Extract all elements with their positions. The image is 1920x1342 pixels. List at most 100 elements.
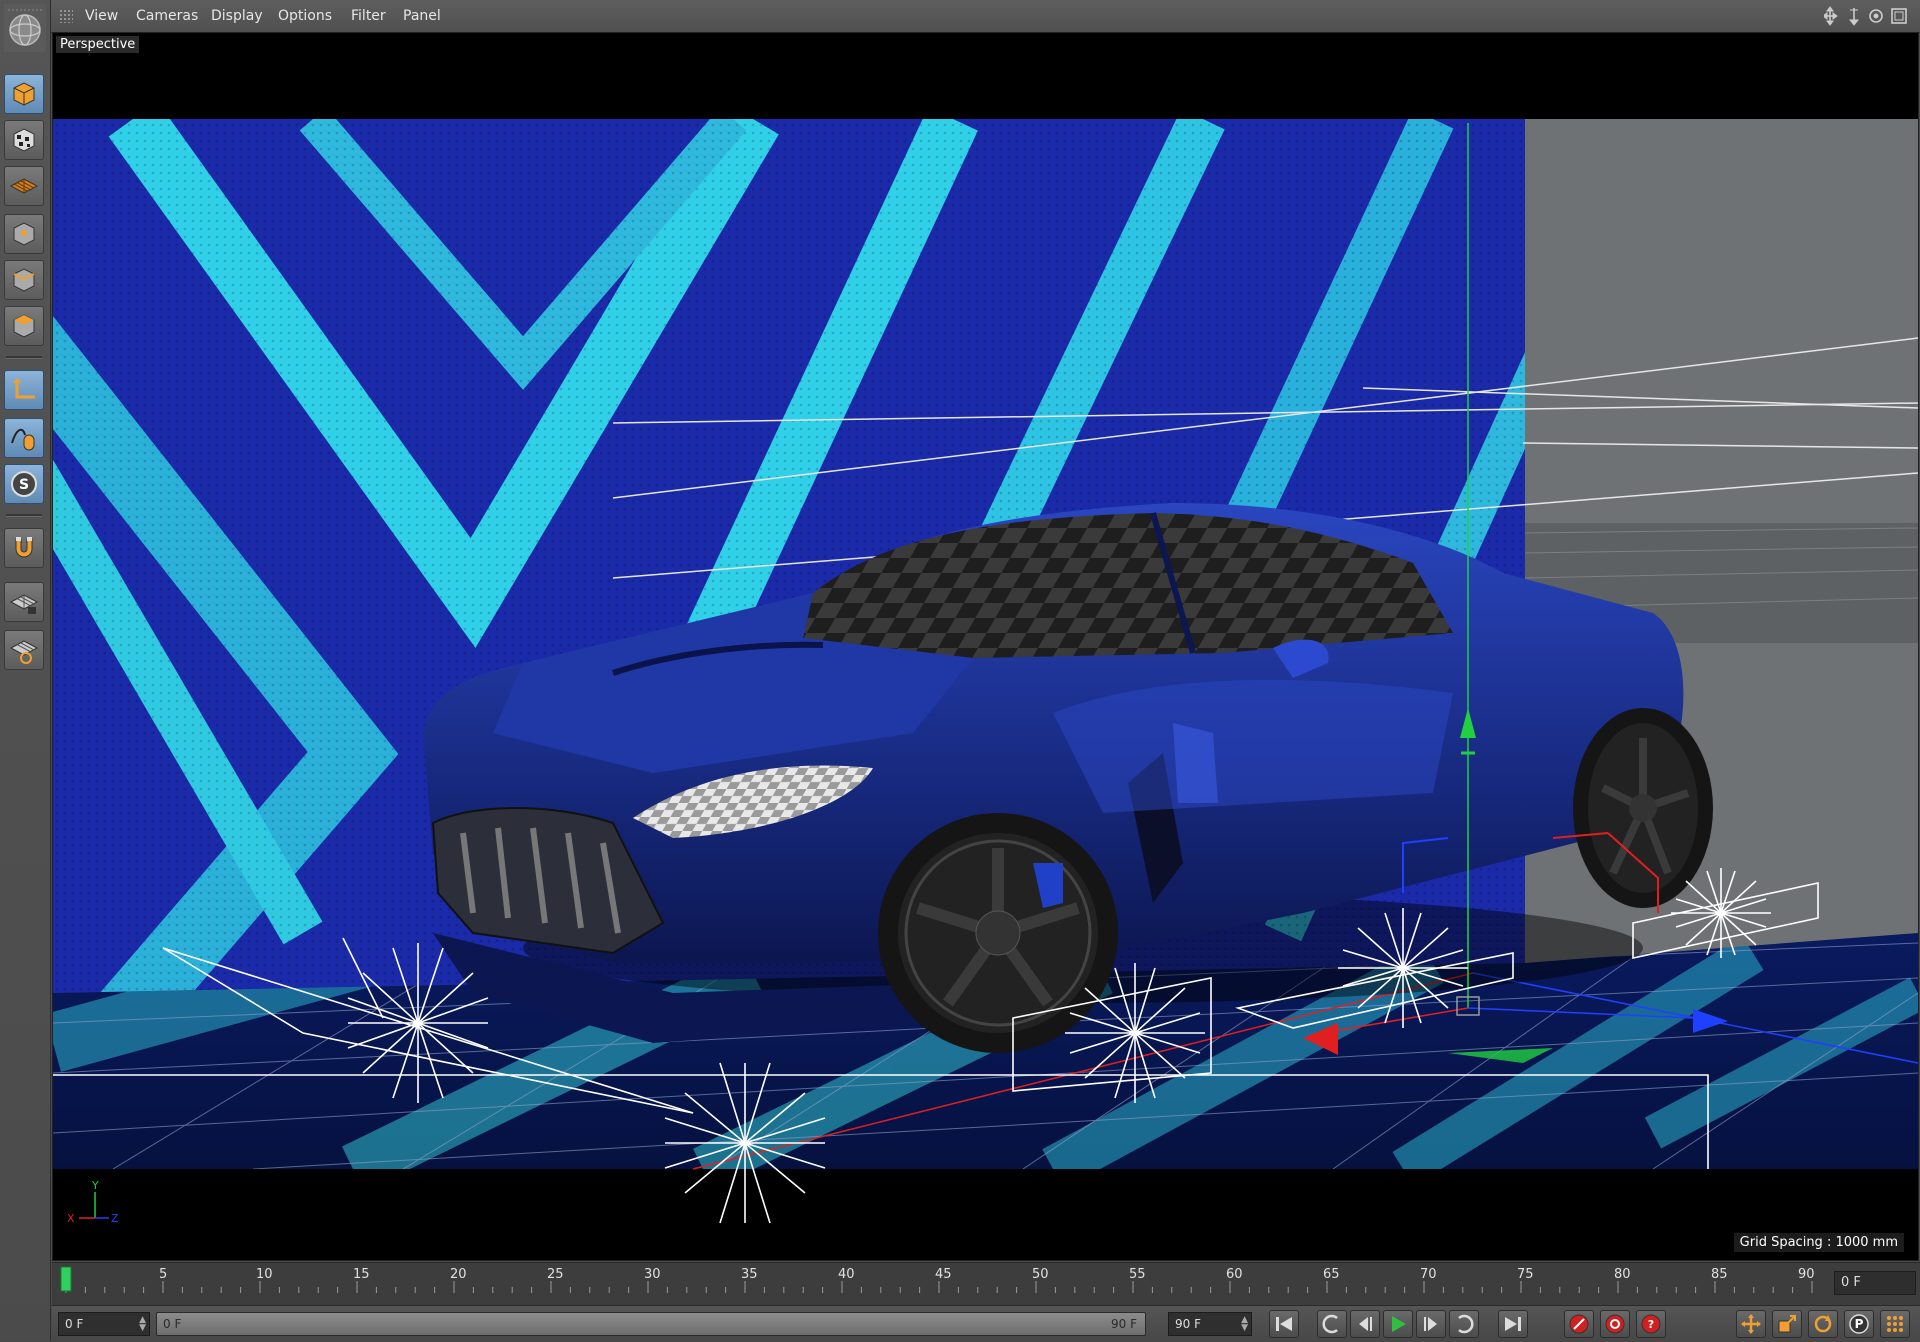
timeline-tick-label: 20 — [450, 1267, 467, 1282]
play-icon — [1392, 1316, 1406, 1332]
tweak-mode-icon — [11, 428, 35, 451]
scale-key-button[interactable] — [1772, 1310, 1802, 1338]
workplane-snap-button[interactable] — [4, 630, 44, 670]
timeline-tick-label: 35 — [741, 1267, 758, 1282]
timeline-ruler[interactable]: 051015202530354045505560657075808590 — [52, 1263, 1817, 1305]
axis-mode-icon — [13, 378, 35, 399]
spinner-icon[interactable]: ▲ ▼ — [1241, 1316, 1248, 1333]
autokey-icon — [1605, 1314, 1625, 1334]
previous-frame-icon — [1359, 1317, 1372, 1331]
autokey-button[interactable] — [1600, 1310, 1630, 1338]
axis-orientation-gizmo: Y X Z — [67, 1179, 119, 1225]
polygons-mode-icon — [13, 314, 35, 338]
view-navigation-icons[interactable] — [1824, 6, 1914, 26]
previous-key-icon — [1322, 1314, 1338, 1334]
timeline-tick-label: 75 — [1517, 1267, 1534, 1282]
record-button[interactable] — [1564, 1310, 1594, 1338]
svg-text:P: P — [1855, 1317, 1864, 1331]
menu-view[interactable]: View — [85, 8, 118, 24]
timeline-tick-label: 50 — [1032, 1267, 1049, 1282]
snap-magnet-button[interactable] — [4, 528, 44, 568]
record-icon — [1569, 1314, 1589, 1334]
playhead-marker — [60, 1266, 72, 1292]
go-to-end-button[interactable] — [1498, 1310, 1528, 1338]
edges-mode-icon — [13, 268, 35, 292]
app-logo-icon[interactable] — [4, 4, 46, 52]
spinner-icon[interactable]: ▲ ▼ — [139, 1316, 146, 1333]
move-view-icon — [1824, 6, 1838, 26]
rotate-key-button[interactable] — [1808, 1310, 1838, 1338]
previous-frame-button[interactable] — [1350, 1310, 1380, 1338]
tweak-mode-button[interactable] — [4, 418, 44, 458]
toolbar-separator — [6, 356, 42, 359]
zoom-view-icon — [1848, 8, 1860, 26]
axis-z-label: Z — [111, 1212, 119, 1225]
texture-mode-icon — [13, 128, 35, 152]
timeline[interactable]: 051015202530354045505560657075808590 0 F — [52, 1262, 1920, 1305]
next-frame-button[interactable] — [1416, 1310, 1446, 1338]
lock-workplane-icon — [9, 594, 39, 614]
viewport-menu-bar: View Cameras Display Options Filter Pane… — [51, 0, 1920, 33]
end-frame-field[interactable]: 90 F ▲ ▼ — [1168, 1312, 1252, 1336]
timeline-tick-label: 30 — [644, 1267, 661, 1282]
svg-text:?: ? — [1648, 1318, 1654, 1331]
rotate-key-icon — [1814, 1315, 1832, 1333]
go-to-start-icon — [1276, 1317, 1292, 1331]
go-to-start-button[interactable] — [1269, 1310, 1299, 1338]
timeline-tick-label: 10 — [256, 1267, 273, 1282]
current-frame-field[interactable]: 0 F — [1834, 1271, 1916, 1295]
start-frame-value: 0 F — [65, 1317, 84, 1331]
timeline-tick-label: 85 — [1711, 1267, 1728, 1282]
play-button[interactable] — [1383, 1310, 1413, 1338]
end-frame-value: 90 F — [1175, 1317, 1201, 1331]
viewport-camera-label[interactable]: Perspective — [56, 36, 140, 53]
move-key-icon — [1741, 1314, 1761, 1334]
polygons-mode-button[interactable] — [4, 306, 44, 346]
axis-y-label: Y — [91, 1179, 99, 1192]
menu-panel[interactable]: Panel — [403, 8, 441, 24]
range-start-label: 0 F — [163, 1317, 182, 1331]
menu-display[interactable]: Display — [211, 8, 263, 24]
lock-workplane-button[interactable] — [4, 582, 44, 622]
next-key-button[interactable] — [1449, 1310, 1479, 1338]
point-level-button[interactable] — [1880, 1310, 1910, 1338]
points-mode-button[interactable] — [4, 214, 44, 254]
svg-text:S: S — [19, 477, 29, 493]
workplane-button[interactable] — [4, 166, 44, 206]
3d-viewport[interactable]: Perspective Y X Z Grid Spacing: 1000 mm — [52, 32, 1919, 1261]
timeline-tick-label: 90 — [1798, 1267, 1815, 1282]
toolbar-separator — [6, 514, 42, 517]
move-key-button[interactable] — [1736, 1310, 1766, 1338]
axis-x-label: X — [67, 1212, 75, 1225]
rotate-view-icon — [1869, 9, 1883, 23]
texture-mode-button[interactable] — [4, 120, 44, 160]
param-key-button[interactable]: P — [1844, 1310, 1874, 1338]
model-mode-button[interactable] — [4, 74, 44, 114]
timeline-tick-label: 65 — [1323, 1267, 1340, 1282]
solo-button[interactable]: S — [4, 464, 44, 504]
menu-grip-icon[interactable] — [59, 9, 73, 23]
previous-key-button[interactable] — [1317, 1310, 1347, 1338]
edges-mode-button[interactable] — [4, 260, 44, 300]
go-to-end-icon — [1505, 1317, 1521, 1331]
snap-magnet-icon — [15, 537, 33, 558]
point-level-icon — [1887, 1316, 1903, 1332]
start-frame-field[interactable]: 0 F ▲ ▼ — [58, 1312, 150, 1336]
preview-range-slider[interactable]: 0 F 90 F — [156, 1312, 1146, 1336]
timeline-tick-label: 40 — [838, 1267, 855, 1282]
timeline-tick-label: 45 — [935, 1267, 952, 1282]
menu-filter[interactable]: Filter — [351, 8, 386, 24]
keyframe-selection-button[interactable]: ? — [1636, 1310, 1666, 1338]
menu-options[interactable]: Options — [278, 8, 332, 24]
timeline-tick-label: 70 — [1420, 1267, 1437, 1282]
timeline-tick-label: 25 — [547, 1267, 564, 1282]
left-toolbar: S — [0, 0, 51, 1341]
menu-cameras[interactable]: Cameras — [136, 8, 198, 24]
axis-mode-button[interactable] — [4, 370, 44, 410]
next-key-icon — [1458, 1314, 1474, 1334]
scale-key-icon — [1778, 1315, 1796, 1333]
timeline-tick-label: 15 — [353, 1267, 370, 1282]
keyframe-selection-icon: ? — [1641, 1314, 1661, 1334]
scene-render[interactable] — [53, 33, 1918, 1260]
timeline-tick-label: 80 — [1614, 1267, 1631, 1282]
